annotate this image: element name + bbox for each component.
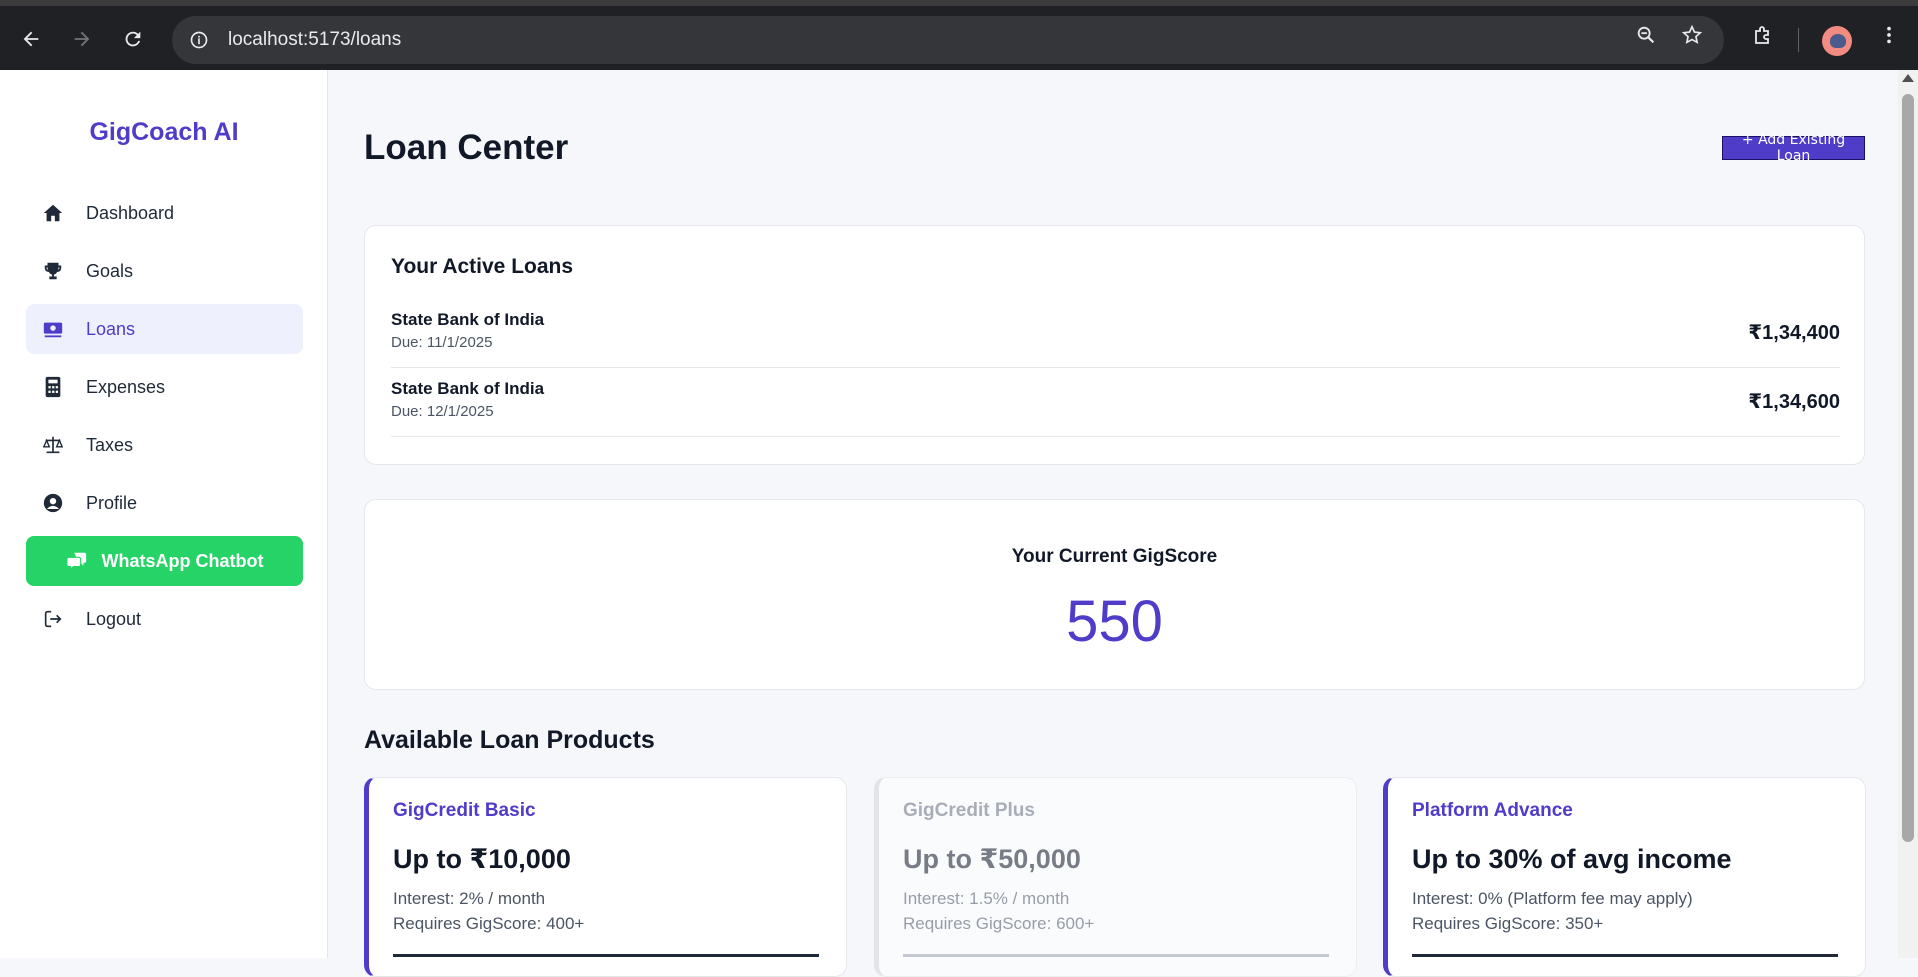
sidebar-item-label: Profile [86, 492, 138, 513]
sidebar-item-dashboard[interactable]: Dashboard [26, 188, 303, 238]
product-interest: Interest: 2% / month [393, 889, 546, 908]
sidebar-item-loans[interactable]: Loans [26, 304, 303, 354]
product-limit: Up to 30% of avg income [1412, 844, 1732, 874]
scroll-up-arrow-icon[interactable] [1902, 74, 1914, 82]
loan-product-card[interactable]: Platform Advance Up to 30% of avg income… [1383, 777, 1866, 977]
extensions-icon[interactable] [1748, 20, 1778, 50]
apply-button[interactable] [1412, 954, 1838, 957]
forward-arrow-icon[interactable] [67, 24, 97, 54]
loan-product-card[interactable]: GigCredit Plus Up to ₹50,000 Interest: 1… [874, 777, 1357, 977]
product-limit: Up to ₹10,000 [393, 844, 571, 874]
sidebar-item-label: Goals [86, 260, 134, 281]
loan-row[interactable]: State Bank of India Due: 11/1/2025 ₹1,34… [391, 300, 1840, 368]
loan-lender: State Bank of India [391, 310, 545, 329]
sidebar-nav: Dashboard Goals Loans Expenses Taxes Pro… [26, 188, 303, 652]
sidebar-item-label: Dashboard [86, 202, 175, 223]
main-content: Loan Center + Add Existing Loan Your Act… [328, 70, 1898, 977]
star-icon[interactable] [1677, 20, 1707, 50]
kebab-menu-icon[interactable] [1874, 20, 1904, 50]
sidebar-item-profile[interactable]: Profile [26, 478, 303, 528]
product-name: GigCredit Basic [393, 800, 536, 821]
address-bar[interactable]: localhost:5173/loans [172, 16, 1724, 64]
active-loans-card: Your Active Loans State Bank of India Du… [364, 225, 1865, 465]
profile-avatar[interactable] [1822, 26, 1852, 56]
url-text[interactable]: localhost:5173/loans [228, 29, 401, 51]
browser-toolbar: localhost:5173/loans [0, 0, 1918, 70]
product-requirement: Requires GigScore: 350+ [1412, 914, 1604, 933]
page-title: Loan Center [364, 128, 569, 167]
sidebar-item-label: WhatsApp Chatbot [101, 550, 264, 571]
loan-lender: State Bank of India [391, 379, 545, 398]
toolbar-divider [1798, 28, 1799, 52]
loan-amount: ₹1,34,400 [1748, 322, 1840, 344]
apply-button[interactable] [903, 954, 1329, 957]
reload-icon[interactable] [118, 24, 148, 54]
product-interest: Interest: 0% (Platform fee may apply) [1412, 889, 1693, 908]
gigscore-card: Your Current GigScore 550 [364, 499, 1865, 690]
sidebar-item-label: Loans [86, 318, 136, 339]
loan-due-date: Due: 11/1/2025 [391, 334, 493, 351]
loan-row[interactable]: State Bank of India Due: 12/1/2025 ₹1,34… [391, 369, 1840, 437]
sidebar-item-expenses[interactable]: Expenses [26, 362, 303, 412]
page-scrollbar[interactable] [1898, 70, 1918, 958]
products-section-title: Available Loan Products [364, 726, 655, 754]
sidebar-item-logout[interactable]: Logout [26, 594, 303, 644]
gigscore-value: 550 [1066, 589, 1163, 654]
scale-icon [42, 434, 64, 456]
scroll-thumb[interactable] [1902, 94, 1914, 842]
logout-icon [42, 608, 64, 630]
sidebar: GigCoach AI Dashboard Goals Loans Expens… [0, 70, 328, 958]
sidebar-item-taxes[interactable]: Taxes [26, 420, 303, 470]
back-arrow-icon[interactable] [16, 24, 46, 54]
loan-amount: ₹1,34,600 [1748, 391, 1840, 413]
calculator-icon [42, 376, 64, 398]
add-existing-loan-button[interactable]: + Add Existing Loan [1722, 132, 1865, 164]
product-interest: Interest: 1.5% / month [903, 889, 1070, 908]
brand-logo[interactable]: GigCoach AI [0, 118, 328, 147]
product-name: Platform Advance [1412, 800, 1573, 821]
sidebar-item-goals[interactable]: Goals [26, 246, 303, 296]
zoom-icon[interactable] [1631, 20, 1661, 50]
home-icon [42, 202, 64, 224]
site-info-icon[interactable] [186, 27, 212, 53]
chat-icon [65, 550, 88, 572]
money-icon [42, 318, 64, 340]
loan-due-date: Due: 12/1/2025 [391, 403, 494, 420]
active-loans-title: Your Active Loans [391, 255, 574, 278]
sidebar-item-label: Expenses [86, 376, 166, 397]
loan-product-card[interactable]: GigCredit Basic Up to ₹10,000 Interest: … [364, 777, 847, 977]
user-circle-icon [42, 492, 64, 514]
whatsapp-chatbot-button[interactable]: WhatsApp Chatbot [26, 536, 303, 586]
product-name: GigCredit Plus [903, 800, 1035, 821]
product-limit: Up to ₹50,000 [903, 844, 1081, 874]
trophy-icon [42, 260, 64, 282]
sidebar-item-label: Taxes [86, 434, 134, 455]
sidebar-item-label: Logout [86, 608, 142, 629]
product-requirement: Requires GigScore: 600+ [903, 914, 1095, 933]
product-requirement: Requires GigScore: 400+ [393, 914, 585, 933]
gigscore-label: Your Current GigScore [1011, 546, 1218, 567]
apply-button[interactable] [393, 954, 819, 957]
